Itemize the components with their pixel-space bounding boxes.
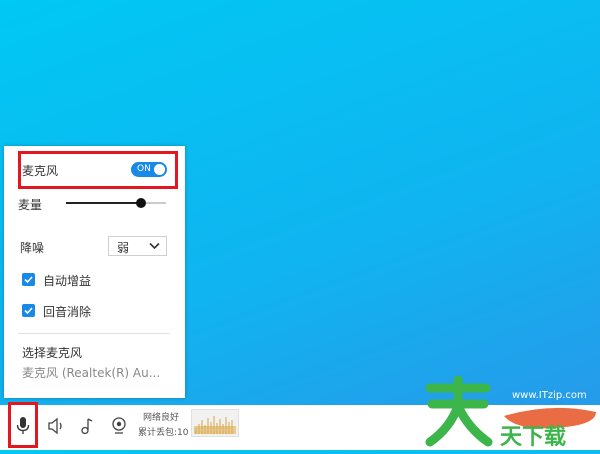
speaker-button[interactable] xyxy=(40,405,70,450)
select-microphone-label: 选择麦克风 xyxy=(22,346,83,360)
volume-label: 麦量 xyxy=(18,198,43,212)
microphone-toggle[interactable]: ON xyxy=(131,162,167,177)
network-graph-bars xyxy=(194,416,236,434)
auto-gain-label: 自动增益 xyxy=(43,274,92,288)
webcam-icon xyxy=(112,417,126,434)
microphone-button-highlight xyxy=(8,402,38,448)
noise-reduction-label: 降噪 xyxy=(20,241,45,255)
volume-slider-fill xyxy=(66,202,141,204)
music-note-icon xyxy=(81,418,93,435)
microphone-settings-panel: 麦克风 ON 麦量 降噪 弱 自动增益 回音消除 选择麦克风 麦克风 (Real… xyxy=(4,146,185,398)
microphone-label: 麦克风 xyxy=(22,164,59,178)
toggle-knob xyxy=(154,164,165,175)
echo-cancel-label: 回音消除 xyxy=(43,305,92,319)
auto-gain-check-icon xyxy=(22,273,35,286)
network-status: 网络良好 xyxy=(143,413,180,423)
panel-divider xyxy=(18,333,170,334)
noise-reduction-value: 弱 xyxy=(117,241,130,255)
watermark-logo: www.ITzip.com www.ITzip.com 天下载 xyxy=(424,375,600,450)
music-button[interactable] xyxy=(71,405,101,450)
selected-microphone-device[interactable]: 麦克风 (Realtek(R) Au... xyxy=(22,364,160,381)
network-graph xyxy=(191,409,239,437)
echo-cancel-check-icon xyxy=(22,304,35,317)
volume-slider-thumb[interactable] xyxy=(136,198,146,208)
echo-cancel-checkbox[interactable]: 回音消除 xyxy=(22,303,112,319)
microphone-toggle-label: ON xyxy=(137,164,151,174)
watermark-text: 天下载 xyxy=(500,424,566,450)
packet-loss: 累计丢包:10 xyxy=(138,428,189,438)
speaker-icon xyxy=(48,417,62,435)
camera-button[interactable] xyxy=(104,405,134,450)
auto-gain-checkbox[interactable]: 自动增益 xyxy=(22,272,112,288)
volume-slider[interactable] xyxy=(66,196,166,210)
watermark-tian-icon: www.ITzip.com www.ITzip.com 天下载 xyxy=(425,375,596,450)
noise-reduction-select[interactable]: 弱 xyxy=(108,236,167,256)
chevron-down-icon xyxy=(149,242,160,250)
microphone-row: 麦克风 ON xyxy=(18,151,178,189)
watermark-url-label: www.ITzip.com xyxy=(512,390,587,401)
